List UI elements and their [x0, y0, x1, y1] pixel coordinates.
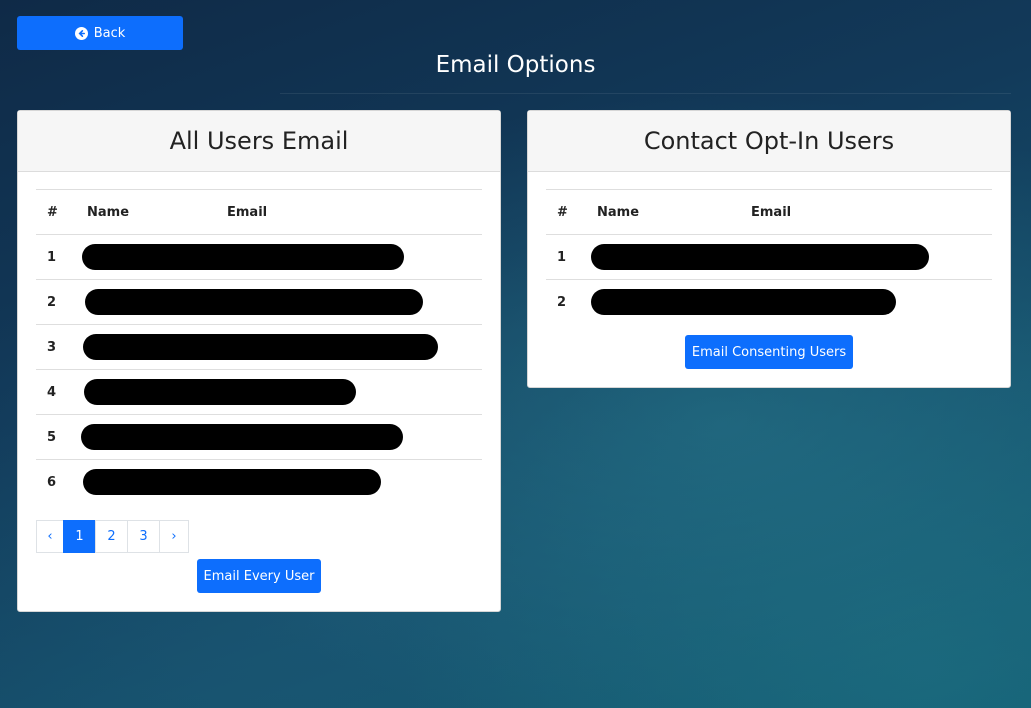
pagination-prev[interactable]: ‹ — [36, 520, 64, 553]
redacted-user-info — [82, 244, 404, 270]
title-divider — [280, 93, 1011, 94]
redacted-user-info — [591, 289, 896, 315]
row-number: 5 — [36, 414, 87, 460]
back-label: Back — [93, 25, 126, 41]
row-number: 1 — [546, 234, 597, 280]
column-header-name: Name — [87, 189, 227, 235]
page-title: Email Options — [435, 52, 596, 78]
all-users-card: All Users Email # Name Email 1 2 3 4 5 6… — [17, 110, 501, 612]
table-header-row: # Name Email — [546, 189, 992, 235]
column-header-number: # — [36, 189, 87, 235]
table-row: 2 — [36, 279, 482, 325]
row-number: 6 — [36, 459, 87, 504]
column-header-email: Email — [751, 189, 992, 235]
email-every-user-button[interactable]: Email Every User — [197, 559, 321, 593]
table-row: 1 — [36, 234, 482, 280]
column-header-name: Name — [597, 189, 751, 235]
table-row: 6 — [36, 459, 482, 504]
row-number: 2 — [546, 279, 597, 324]
redacted-user-info — [591, 244, 929, 270]
pagination: ‹ 1 2 3 › — [36, 520, 500, 553]
column-header-email: Email — [227, 189, 482, 235]
redacted-user-info — [83, 469, 381, 495]
table-row: 3 — [36, 324, 482, 370]
table-row: 5 — [36, 414, 482, 460]
table-row: 1 — [546, 234, 992, 280]
redacted-user-info — [83, 334, 438, 360]
opt-in-card-title: Contact Opt-In Users — [528, 111, 1010, 172]
back-button[interactable]: Back — [17, 16, 183, 50]
email-consenting-users-button[interactable]: Email Consenting Users — [685, 335, 853, 369]
row-number: 2 — [36, 279, 87, 325]
all-users-table: # Name Email 1 2 3 4 5 6 — [36, 189, 482, 504]
opt-in-users-card: Contact Opt-In Users # Name Email 1 2 Em… — [527, 110, 1011, 388]
arrow-circle-left-icon — [74, 26, 88, 40]
pagination-page-3[interactable]: 3 — [127, 520, 160, 553]
pagination-next[interactable]: › — [159, 520, 189, 553]
column-header-number: # — [546, 189, 597, 235]
table-header-row: # Name Email — [36, 189, 482, 235]
row-number: 1 — [36, 234, 87, 280]
row-number: 3 — [36, 324, 87, 370]
pagination-page-1[interactable]: 1 — [63, 520, 96, 553]
table-row: 4 — [36, 369, 482, 415]
row-number: 4 — [36, 369, 87, 415]
opt-in-users-table: # Name Email 1 2 — [546, 189, 992, 324]
pagination-page-2[interactable]: 2 — [95, 520, 128, 553]
redacted-user-info — [85, 289, 423, 315]
all-users-card-title: All Users Email — [18, 111, 500, 172]
redacted-user-info — [84, 379, 356, 405]
redacted-user-info — [81, 424, 403, 450]
table-row: 2 — [546, 279, 992, 324]
